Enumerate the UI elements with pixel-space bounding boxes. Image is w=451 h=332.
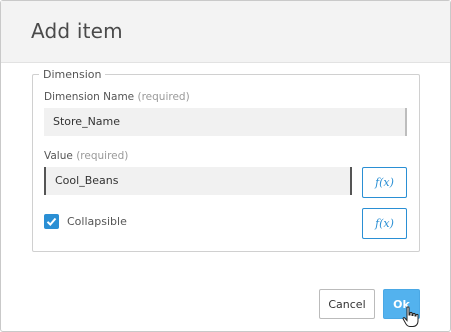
section-legend: Dimension — [39, 68, 106, 81]
value-label-text: Value — [44, 150, 73, 162]
dimension-name-input[interactable]: Store_Name — [44, 108, 407, 136]
checkmark-icon — [46, 217, 57, 226]
collapsible-fx-button[interactable]: f(x) — [362, 208, 407, 239]
add-item-dialog: Add item Dimension Dimension Name (requi… — [0, 0, 451, 332]
dimension-name-label: Dimension Name (required) — [44, 91, 190, 103]
dialog-title: Add item — [31, 19, 123, 43]
required-hint: (required) — [76, 150, 129, 162]
dialog-header: Add item — [1, 1, 450, 63]
value-input[interactable]: Cool_Beans — [44, 167, 352, 195]
value-label: Value (required) — [44, 150, 128, 162]
cancel-button[interactable]: Cancel — [319, 289, 375, 319]
collapsible-label: Collapsible — [67, 215, 127, 228]
hand-pointer-icon — [402, 306, 419, 327]
dimension-name-label-text: Dimension Name — [44, 91, 135, 103]
required-hint: (required) — [137, 91, 190, 103]
collapsible-checkbox[interactable] — [44, 214, 59, 229]
value-fx-button[interactable]: f(x) — [362, 167, 407, 198]
